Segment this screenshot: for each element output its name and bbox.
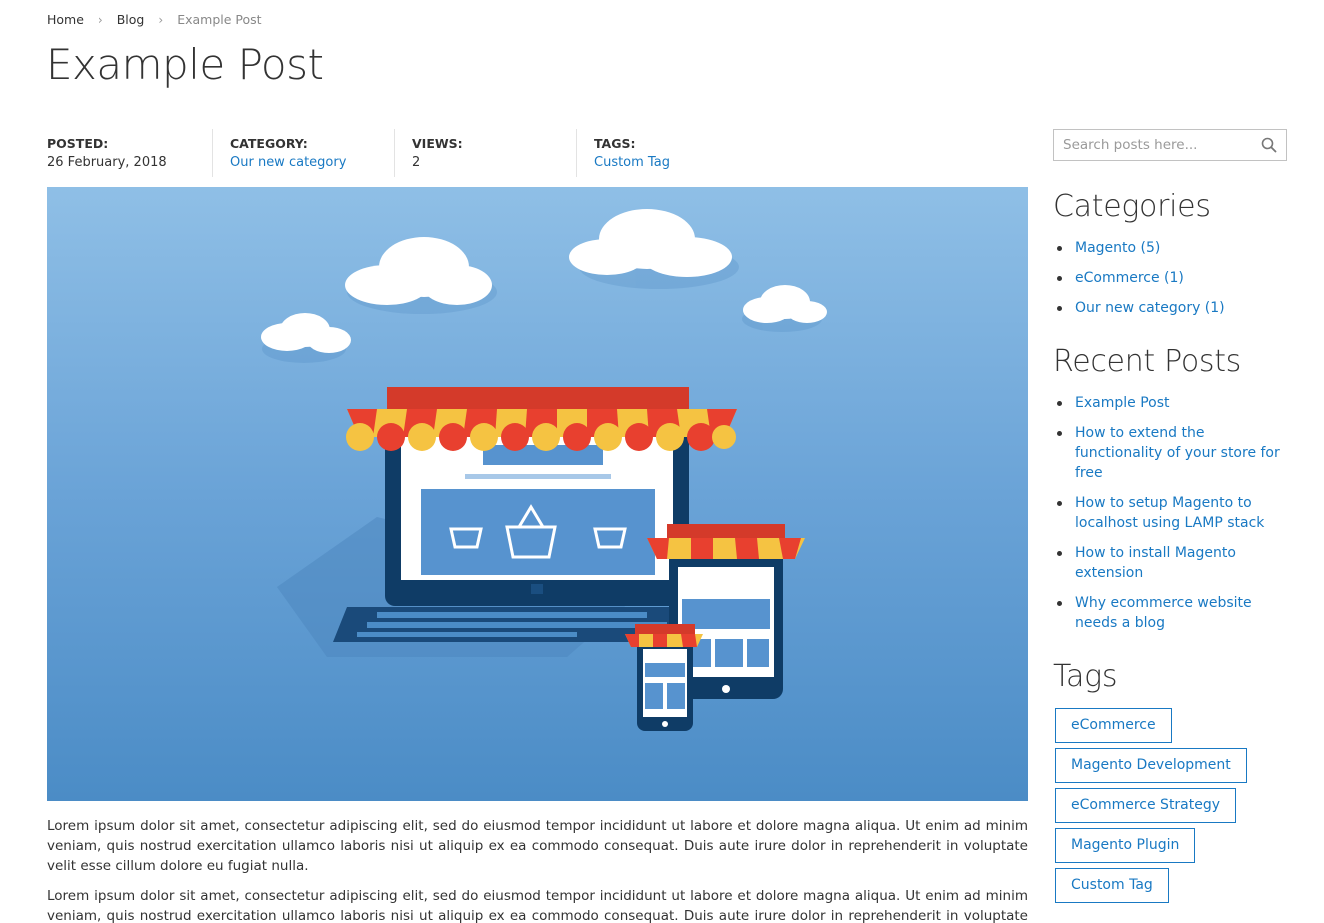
tag-button[interactable]: eCommerce — [1055, 708, 1172, 743]
sidebar: Categories Magento (5) eCommerce (1) Our… — [1053, 129, 1287, 908]
content-paragraph: Lorem ipsum dolor sit amet, consectetur … — [47, 818, 1028, 874]
categories-title: Categories — [1053, 189, 1211, 224]
meta-tags-label: TAGS: — [594, 136, 636, 151]
meta-posted: POSTED: 26 February, 2018 — [47, 129, 212, 177]
tag-button[interactable]: Magento Development — [1055, 748, 1247, 783]
breadcrumb: Home › Blog › Example Post — [47, 12, 262, 27]
post-meta: POSTED: 26 February, 2018 CATEGORY: Our … — [47, 129, 1028, 177]
cloud-icon — [261, 209, 827, 363]
category-link[interactable]: Our new category (1) — [1057, 298, 1287, 318]
recent-post-link[interactable]: How to install Magento extension — [1057, 543, 1287, 583]
page-title: Example Post — [46, 40, 324, 89]
recent-post-link[interactable]: How to setup Magento to localhost using … — [1057, 493, 1287, 533]
tag-button[interactable]: eCommerce Strategy — [1055, 788, 1237, 823]
recent-post-link[interactable]: Example Post — [1057, 393, 1287, 413]
chevron-right-icon: › — [158, 12, 164, 27]
breadcrumb-blog[interactable]: Blog — [117, 12, 145, 27]
meta-category-label: CATEGORY: — [230, 136, 308, 151]
breadcrumb-current: Example Post — [177, 12, 262, 27]
recent-posts-list: Example Post How to extend the functiona… — [1053, 393, 1287, 633]
online-store-illustration — [261, 209, 827, 731]
tags-title: Tags — [1053, 659, 1118, 694]
featured-image — [47, 187, 1028, 801]
categories-list: Magento (5) eCommerce (1) Our new catego… — [1053, 238, 1287, 318]
tag-button[interactable]: Magento Plugin — [1055, 828, 1196, 863]
category-link[interactable]: eCommerce (1) — [1057, 268, 1287, 288]
tag-cloud: eCommerce Magento Development eCommerce … — [1053, 708, 1287, 908]
breadcrumb-home[interactable]: Home — [47, 12, 84, 27]
meta-tags: TAGS: Custom Tag — [576, 129, 758, 177]
meta-views-label: VIEWS: — [412, 136, 463, 151]
recent-posts-title: Recent Posts — [1053, 344, 1242, 379]
search-icon[interactable] — [1261, 137, 1277, 153]
recent-post-link[interactable]: Why ecommerce website needs a blog — [1057, 593, 1287, 633]
chevron-right-icon: › — [97, 12, 103, 27]
meta-category-link[interactable]: Our new category — [230, 155, 394, 170]
search-box — [1053, 129, 1287, 161]
meta-views-value: 2 — [412, 155, 421, 170]
recent-post-link[interactable]: How to extend the functionality of your … — [1057, 423, 1287, 483]
post-content: Lorem ipsum dolor sit amet, consectetur … — [47, 816, 1028, 923]
meta-posted-value: 26 February, 2018 — [47, 155, 167, 170]
meta-category: CATEGORY: Our new category — [212, 129, 394, 177]
meta-views: VIEWS: 2 — [394, 129, 576, 177]
tag-button[interactable]: Custom Tag — [1055, 868, 1169, 903]
meta-posted-label: POSTED: — [47, 136, 109, 151]
search-input[interactable] — [1054, 130, 1286, 160]
category-link[interactable]: Magento (5) — [1057, 238, 1287, 258]
content-paragraph: Lorem ipsum dolor sit amet, consectetur … — [47, 888, 1028, 923]
meta-tag-link[interactable]: Custom Tag — [594, 155, 758, 170]
